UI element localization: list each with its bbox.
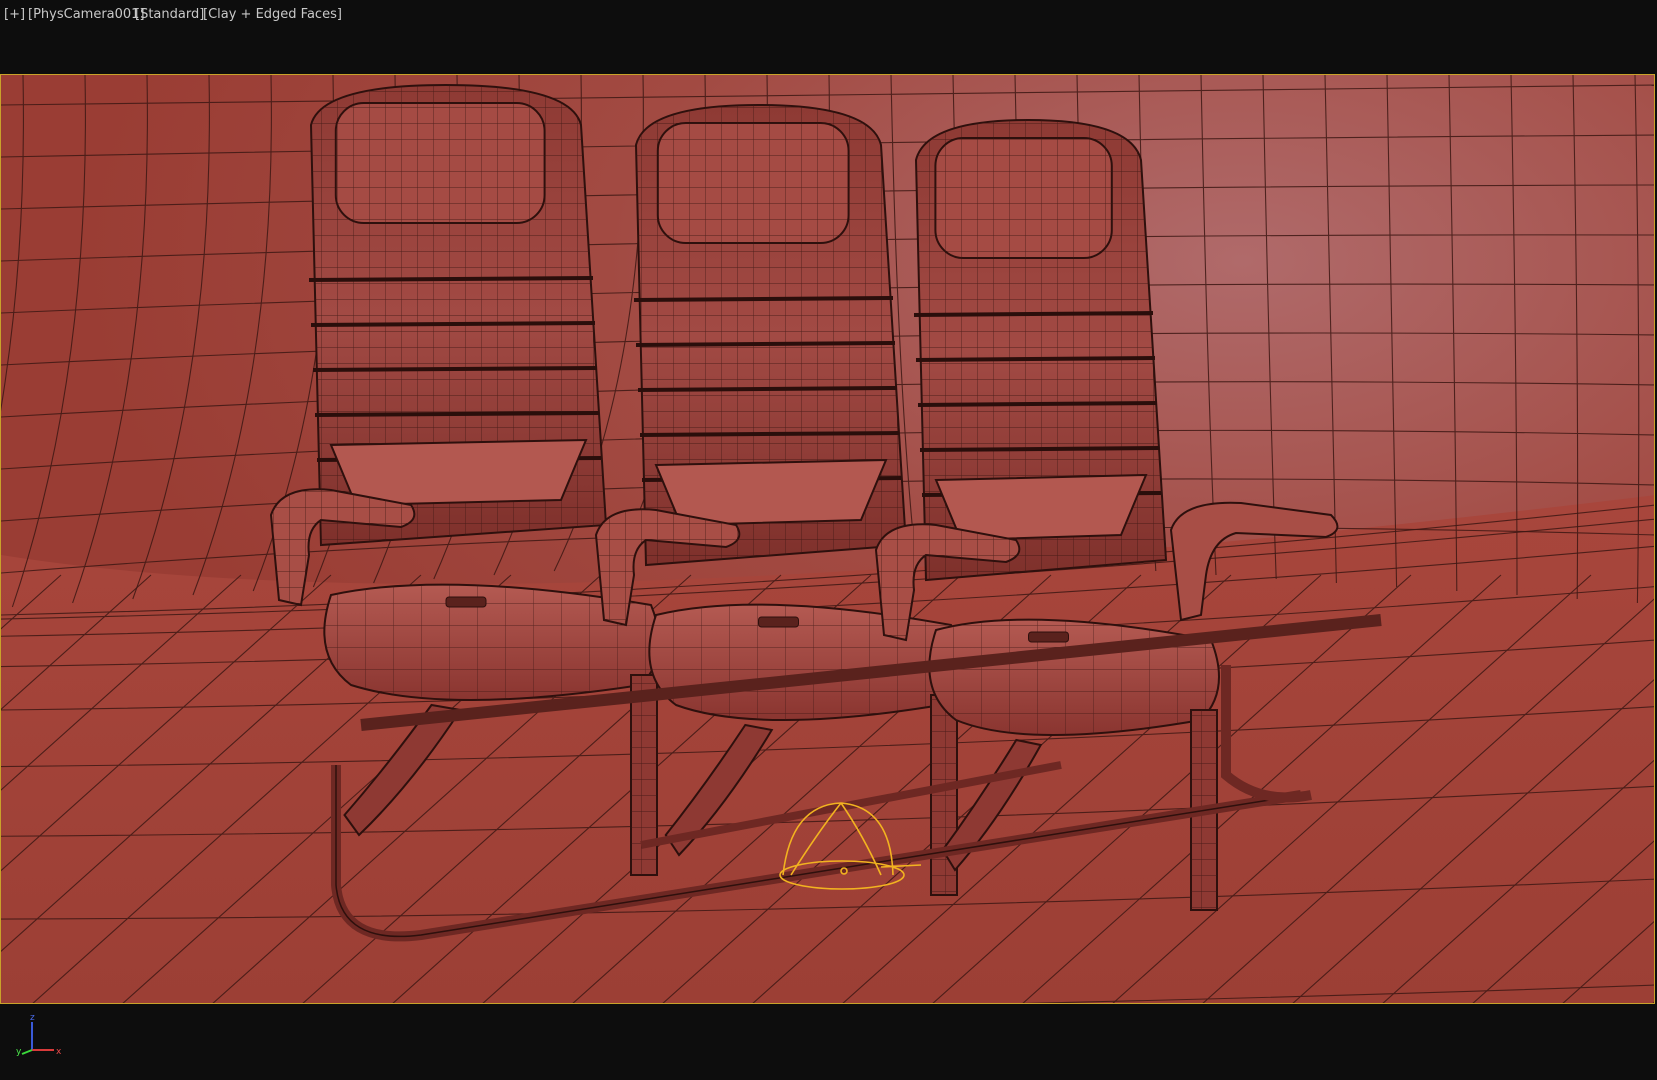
x-axis-label: x: [56, 1047, 62, 1056]
seat-belt-buckle: [1028, 631, 1069, 643]
seat-back-slat: [637, 386, 898, 392]
seat-back-slat: [314, 411, 600, 417]
viewport-menu-plus[interactable]: [+]: [4, 7, 25, 22]
seat-back-slat: [308, 276, 594, 282]
axis-tripod-icon: z x y: [16, 1013, 62, 1056]
active-viewport[interactable]: [0, 74, 1655, 1004]
viewport-display-mode-menu[interactable]: [Clay + Edged Faces]: [203, 7, 342, 22]
seat-lumbar: [329, 438, 588, 507]
viewport-point-of-view-menu[interactable]: [PhysCamera001]: [28, 7, 145, 22]
viewport-bottom-bar: [0, 1005, 1657, 1080]
y-axis-line: [21, 1049, 33, 1055]
seat-back-slat: [915, 356, 1156, 362]
seat-belt-buckle: [445, 596, 487, 608]
seat-back-slat: [639, 431, 900, 437]
seat-back-slat: [917, 401, 1158, 407]
seat-back-slat: [310, 321, 596, 327]
seat-back-slat: [312, 366, 598, 372]
seat-back-slat: [913, 311, 1154, 317]
z-axis-label: z: [30, 1013, 35, 1023]
seat-back-slat: [635, 341, 896, 347]
seat-headrest-mesh: [935, 138, 1112, 258]
seat-lumbar: [654, 458, 888, 527]
seat-belt-buckle: [758, 616, 799, 628]
y-axis-label: y: [16, 1047, 22, 1056]
seat-back-slat: [633, 296, 894, 302]
viewport-app: [+] [PhysCamera001] [Standard] [Clay + E…: [0, 0, 1657, 1080]
seat-back-slat: [919, 446, 1160, 452]
viewport-label-bar: [+] [PhysCamera001] [Standard] [Clay + E…: [0, 0, 1657, 74]
viewport-canvas[interactable]: [1, 75, 1655, 1004]
seat-headrest-mesh: [335, 103, 545, 223]
viewport-shading-menu[interactable]: [Standard]: [135, 7, 204, 22]
seat-headrest-mesh: [657, 123, 849, 243]
